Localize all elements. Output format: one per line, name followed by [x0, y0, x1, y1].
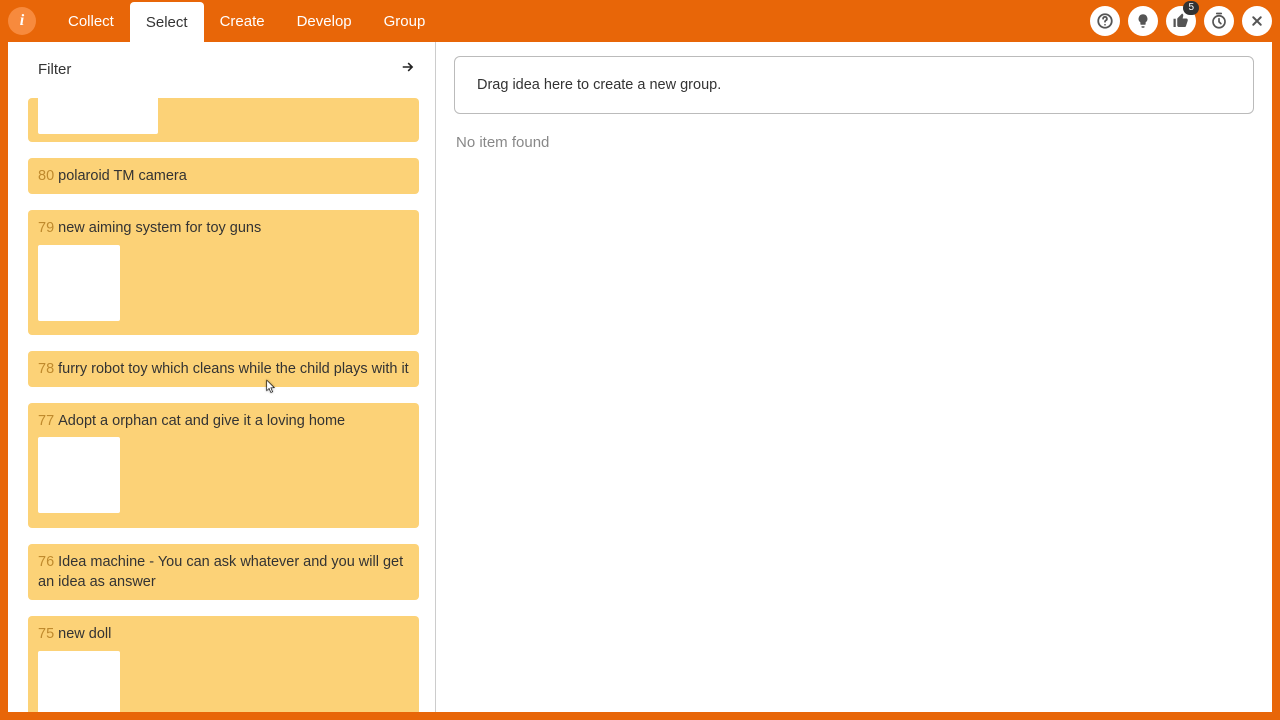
- tab-create[interactable]: Create: [204, 0, 281, 42]
- idea-title-row: 76Idea machine - You can ask whatever an…: [38, 552, 409, 593]
- idea-card[interactable]: 75new doll: [28, 616, 419, 712]
- main-area: Filter 80polaroid TM camera 79new aiming …: [0, 42, 1280, 720]
- idea-title-row: 79new aiming system for toy guns: [38, 218, 409, 238]
- tab-select[interactable]: Select: [130, 2, 204, 42]
- like-badge: 5: [1183, 1, 1199, 15]
- help-icon[interactable]: [1090, 6, 1120, 36]
- tab-group[interactable]: Group: [368, 0, 442, 42]
- idea-title-row: 78furry robot toy which cleans while the…: [38, 359, 409, 379]
- idea-title: Adopt a orphan cat and give it a loving …: [58, 413, 345, 429]
- idea-icon[interactable]: [1128, 6, 1158, 36]
- idea-thumbnail: [38, 651, 120, 712]
- group-panel: Drag idea here to create a new group. No…: [436, 42, 1272, 712]
- idea-number: 78: [38, 361, 54, 377]
- idea-thumbnail: [38, 437, 120, 513]
- idea-title-row: 77Adopt a orphan cat and give it a lovin…: [38, 411, 409, 431]
- idea-card[interactable]: 80polaroid TM camera: [28, 158, 419, 194]
- idea-card[interactable]: 77Adopt a orphan cat and give it a lovin…: [28, 403, 419, 528]
- idea-sidebar: Filter 80polaroid TM camera 79new aiming …: [8, 42, 436, 712]
- idea-number: 75: [38, 626, 54, 642]
- idea-card[interactable]: 79new aiming system for toy guns: [28, 210, 419, 335]
- idea-thumbnail: [38, 245, 120, 321]
- app-header: i CollectSelectCreateDevelopGroup 5: [0, 0, 1280, 42]
- info-icon[interactable]: i: [8, 7, 36, 35]
- header-actions: 5: [1090, 6, 1272, 36]
- filter-row[interactable]: Filter: [8, 42, 435, 98]
- idea-title-row: 80polaroid TM camera: [38, 166, 409, 186]
- filter-label: Filter: [38, 61, 71, 78]
- group-dropzone[interactable]: Drag idea here to create a new group.: [454, 56, 1254, 114]
- idea-card[interactable]: [28, 98, 419, 142]
- tab-develop[interactable]: Develop: [281, 0, 368, 42]
- like-icon[interactable]: 5: [1166, 6, 1196, 36]
- idea-list[interactable]: 80polaroid TM camera 79new aiming system …: [8, 98, 435, 712]
- phase-tabs: CollectSelectCreateDevelopGroup: [52, 0, 441, 42]
- idea-title: furry robot toy which cleans while the c…: [58, 361, 409, 377]
- filter-arrow-icon[interactable]: [399, 58, 417, 81]
- idea-card[interactable]: 76Idea machine - You can ask whatever an…: [28, 544, 419, 601]
- idea-title: new doll: [58, 626, 111, 642]
- idea-number: 80: [38, 168, 54, 184]
- idea-card[interactable]: 78furry robot toy which cleans while the…: [28, 351, 419, 387]
- idea-number: 79: [38, 220, 54, 236]
- idea-title: Idea machine - You can ask whatever and …: [38, 554, 403, 590]
- close-icon[interactable]: [1242, 6, 1272, 36]
- idea-title: polaroid TM camera: [58, 168, 187, 184]
- timer-icon[interactable]: [1204, 6, 1234, 36]
- idea-title: new aiming system for toy guns: [58, 220, 261, 236]
- empty-state: No item found: [454, 134, 1254, 151]
- idea-thumbnail: [38, 98, 158, 134]
- tab-collect[interactable]: Collect: [52, 0, 130, 42]
- idea-number: 76: [38, 554, 54, 570]
- idea-number: 77: [38, 413, 54, 429]
- idea-title-row: 75new doll: [38, 624, 409, 644]
